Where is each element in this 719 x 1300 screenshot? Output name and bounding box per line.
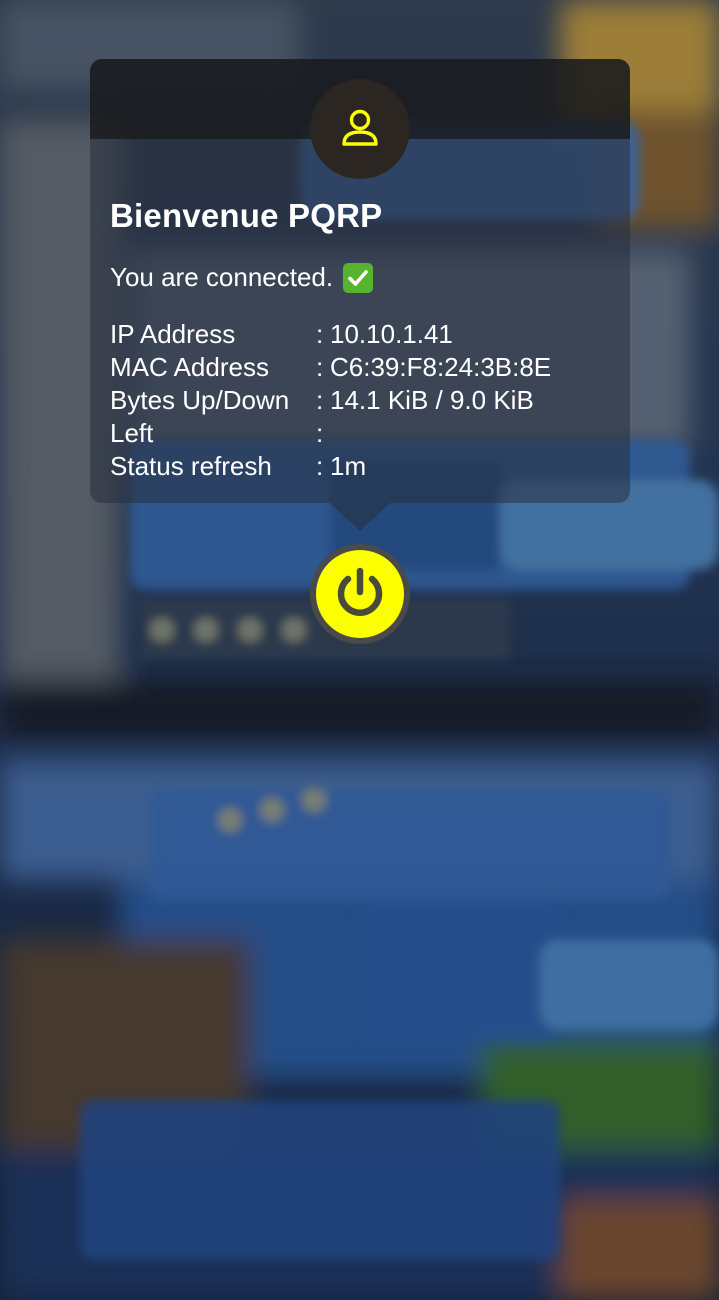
bytes-label: Bytes Up/Down: [110, 385, 290, 415]
power-button-face[interactable]: [316, 550, 404, 638]
mac-address-row: MAC Address : C6:39:F8:24:3B:8E: [110, 351, 551, 384]
status-refresh-row: Status refresh : 1m: [110, 450, 551, 483]
bytes-separator: :: [316, 385, 324, 415]
ip-address-separator: :: [316, 319, 324, 349]
bytes-row: Bytes Up/Down : 14.1 KiB / 9.0 KiB: [110, 384, 551, 417]
connection-status: You are connected.: [110, 262, 374, 293]
power-icon: [330, 562, 390, 627]
check-mark-icon: [343, 262, 374, 293]
time-left-separator: :: [316, 418, 324, 448]
mac-address-value: C6:39:F8:24:3B:8E: [330, 352, 552, 382]
connection-status-text: You are connected.: [110, 262, 334, 292]
connection-details: IP Address : 10.10.1.41 MAC Address : C6…: [110, 318, 551, 483]
ip-address-label: IP Address: [110, 319, 236, 349]
card-pointer: [330, 503, 390, 531]
user-icon: [338, 105, 382, 154]
time-left-row: Left :: [110, 417, 551, 450]
ip-address-value: 10.10.1.41: [330, 319, 453, 349]
ip-address-row: IP Address : 10.10.1.41: [110, 318, 551, 351]
connection-info-card: Bienvenue PQRP You are connected. IP Add…: [90, 59, 630, 503]
status-refresh-label: Status refresh: [110, 451, 272, 481]
status-refresh-separator: :: [316, 451, 324, 481]
time-left-label: Left: [110, 418, 154, 448]
mac-address-separator: :: [316, 352, 324, 382]
status-refresh-value: 1m: [330, 451, 367, 481]
user-avatar: [310, 79, 410, 179]
mac-address-label: MAC Address: [110, 352, 269, 382]
power-button[interactable]: [310, 544, 410, 644]
welcome-title: Bienvenue PQRP: [110, 197, 383, 234]
bytes-value: 14.1 KiB / 9.0 KiB: [330, 385, 534, 415]
